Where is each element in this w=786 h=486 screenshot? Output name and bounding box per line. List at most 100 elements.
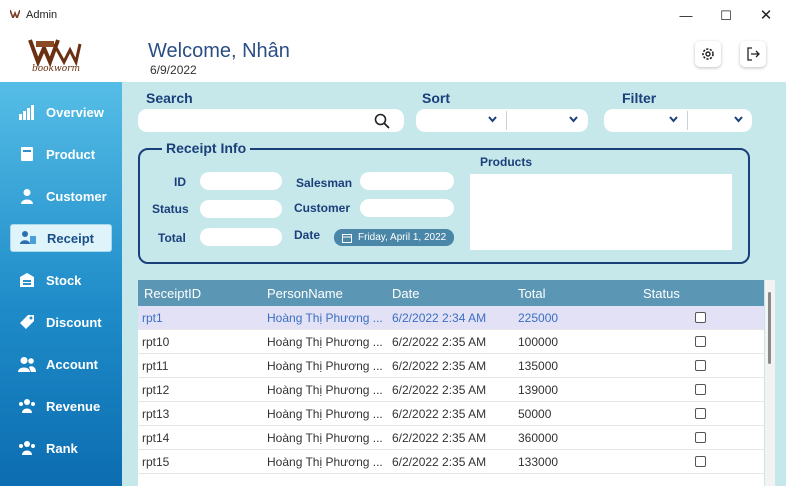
cell-receipt-id: rpt14	[142, 431, 170, 445]
sidebar-item-label: Stock	[46, 272, 82, 288]
header: bookworm Welcome, Nhân 6/9/2022	[0, 32, 786, 82]
app-icon	[9, 9, 21, 21]
logout-icon	[747, 47, 760, 61]
receipt-icon	[17, 229, 39, 247]
total-label: Total	[158, 231, 186, 245]
maximize-button[interactable]: ☐	[706, 4, 746, 28]
cell-receipt-id: rpt10	[142, 335, 170, 349]
salesman-field[interactable]	[360, 172, 454, 190]
status-checkbox[interactable]	[695, 312, 706, 323]
chevron-down-icon	[734, 115, 743, 125]
sidebar: Overview Product Customer Receipt Stock …	[0, 82, 122, 486]
sidebar-item-product[interactable]: Product	[10, 140, 112, 168]
total-field[interactable]	[200, 228, 282, 246]
scrollbar-thumb[interactable]	[768, 292, 771, 364]
status-checkbox[interactable]	[695, 408, 706, 419]
table-row[interactable]: rpt11 Hoàng Thị Phương ... 6/2/2022 2:35…	[138, 354, 764, 378]
status-checkbox[interactable]	[695, 432, 706, 443]
sidebar-item-label: Customer	[46, 188, 107, 204]
filter-field-dropdown[interactable]	[604, 109, 687, 132]
status-checkbox[interactable]	[695, 456, 706, 467]
table-header: ReceiptID PersonName Date Total Status	[138, 280, 764, 306]
receipts-table: ReceiptID PersonName Date Total Status r…	[138, 280, 764, 486]
status-checkbox[interactable]	[695, 360, 706, 371]
group-icon	[16, 397, 38, 415]
sidebar-item-label: Account	[46, 356, 98, 372]
close-button[interactable]: ✕	[746, 4, 786, 28]
table-row[interactable]: rpt12 Hoàng Thị Phương ... 6/2/2022 2:35…	[138, 378, 764, 402]
users-icon	[16, 355, 38, 373]
salesman-label: Salesman	[296, 176, 353, 190]
table-row[interactable]: rpt1 Hoàng Thị Phương ... 6/2/2022 2:34 …	[138, 306, 764, 330]
products-label: Products	[480, 155, 533, 169]
cell-receipt-id: rpt15	[142, 455, 170, 469]
sidebar-item-label: Discount	[46, 314, 102, 330]
sidebar-item-overview[interactable]: Overview	[10, 98, 112, 126]
filter-value-dropdown[interactable]	[688, 109, 752, 132]
customer-field[interactable]	[360, 199, 454, 217]
chevron-down-icon	[488, 115, 497, 125]
sidebar-item-label: Receipt	[47, 230, 94, 246]
cell-total: 360000	[518, 431, 559, 445]
group-icon	[16, 439, 38, 457]
chevron-down-icon	[569, 115, 578, 125]
id-field[interactable]	[200, 172, 282, 190]
sort-order-dropdown[interactable]	[507, 109, 588, 132]
column-header-total[interactable]: Total	[518, 286, 545, 301]
search-label: Search	[146, 90, 193, 106]
date-picker[interactable]: Friday, April 1, 2022	[334, 229, 454, 246]
date-picker-value: Friday, April 1, 2022	[358, 232, 447, 243]
sidebar-item-discount[interactable]: Discount	[10, 308, 112, 336]
welcome-text: Welcome, Nhân	[148, 40, 290, 62]
table-row[interactable]: rpt13 Hoàng Thị Phương ... 6/2/2022 2:35…	[138, 402, 764, 426]
search-input[interactable]	[138, 109, 404, 132]
book-icon	[16, 145, 38, 163]
sidebar-item-customer[interactable]: Customer	[10, 182, 112, 210]
cell-date: 6/2/2022 2:34 AM	[392, 311, 487, 325]
cell-receipt-id: rpt12	[142, 383, 170, 397]
column-header-date[interactable]: Date	[392, 286, 419, 301]
sort-label: Sort	[422, 90, 450, 106]
gear-icon	[702, 48, 714, 60]
title-bar: Admin — ☐ ✕	[0, 0, 786, 32]
logout-button[interactable]	[740, 41, 766, 67]
status-checkbox[interactable]	[695, 384, 706, 395]
sidebar-item-account[interactable]: Account	[10, 350, 112, 378]
sidebar-item-rank[interactable]: Rank	[10, 434, 112, 462]
products-list[interactable]	[470, 174, 732, 250]
cell-person-name: Hoàng Thị Phương ...	[267, 335, 383, 349]
cell-person-name: Hoàng Thị Phương ...	[267, 383, 383, 397]
sidebar-item-label: Rank	[46, 440, 78, 456]
status-field[interactable]	[200, 200, 282, 218]
cell-total: 133000	[518, 455, 559, 469]
status-checkbox[interactable]	[695, 336, 706, 347]
sort-field-dropdown[interactable]	[416, 109, 506, 132]
sidebar-item-receipt[interactable]: Receipt	[10, 224, 112, 252]
brand-text: bookworm	[32, 64, 81, 74]
bar-chart-icon	[16, 103, 38, 121]
table-scrollbar[interactable]	[765, 280, 775, 486]
window-title: Admin	[26, 9, 58, 21]
cell-date: 6/2/2022 2:35 AM	[392, 359, 487, 373]
chevron-down-icon	[669, 115, 678, 125]
column-header-receiptid[interactable]: ReceiptID	[144, 286, 201, 301]
table-row[interactable]: rpt15 Hoàng Thị Phương ... 6/2/2022 2:35…	[138, 450, 764, 474]
column-header-personname[interactable]: PersonName	[267, 286, 343, 301]
receipt-info-title: Receipt Info	[162, 140, 251, 156]
id-label: ID	[174, 175, 186, 189]
sidebar-item-revenue[interactable]: Revenue	[10, 392, 112, 420]
table-row[interactable]: rpt14 Hoàng Thị Phương ... 6/2/2022 2:35…	[138, 426, 764, 450]
search-icon[interactable]	[374, 113, 390, 129]
sidebar-item-stock[interactable]: Stock	[10, 266, 112, 294]
current-date: 6/9/2022	[150, 63, 197, 77]
calendar-icon	[342, 233, 352, 243]
status-label: Status	[152, 202, 189, 216]
sidebar-item-label: Overview	[46, 104, 104, 120]
cell-person-name: Hoàng Thị Phương ...	[267, 407, 383, 421]
settings-button[interactable]	[695, 41, 721, 67]
minimize-button[interactable]: —	[666, 4, 706, 28]
column-header-status[interactable]: Status	[643, 286, 680, 301]
table-row[interactable]: rpt10 Hoàng Thị Phương ... 6/2/2022 2:35…	[138, 330, 764, 354]
cell-total: 100000	[518, 335, 559, 349]
date-label: Date	[294, 228, 321, 242]
